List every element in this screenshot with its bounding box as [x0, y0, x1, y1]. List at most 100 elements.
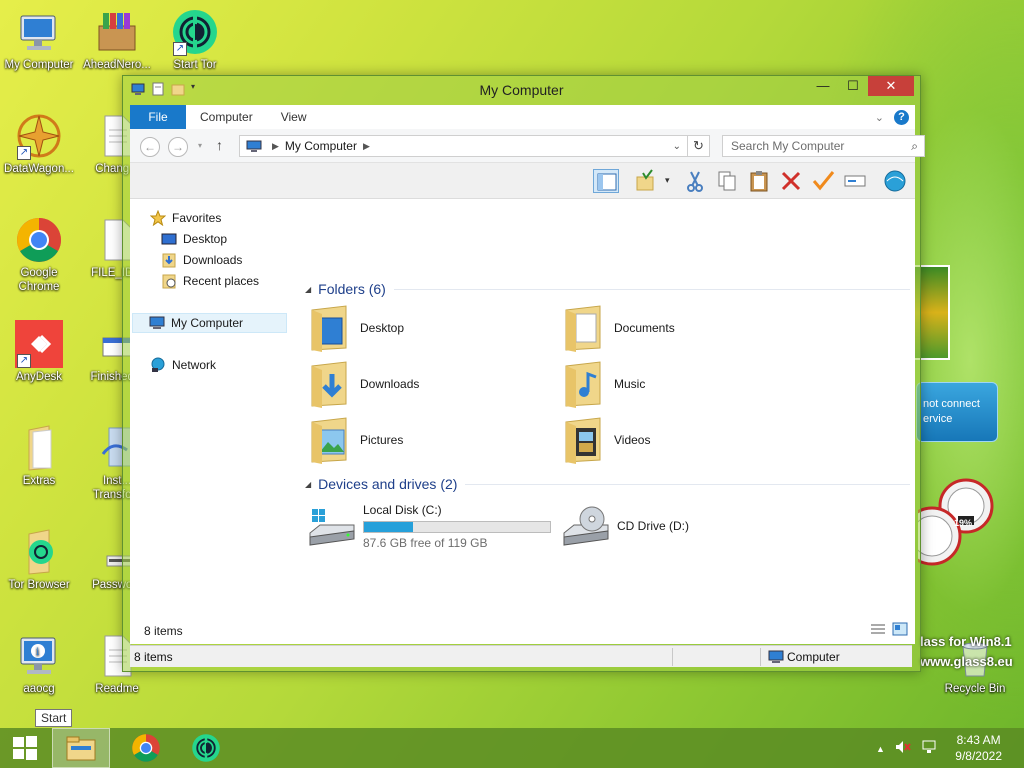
search-icon[interactable]: ⌕	[911, 139, 918, 154]
desktop-icon-aaocg[interactable]: i aaocg	[0, 632, 78, 696]
computer-small-icon	[246, 140, 262, 152]
select-all-icon[interactable]	[810, 169, 836, 193]
title-bar[interactable]: ▾ My Computer — ☐ ✕	[123, 76, 920, 104]
nav-downloads[interactable]: Downloads	[161, 250, 242, 270]
up-button[interactable]: ↑	[216, 137, 223, 153]
taskbar-clock[interactable]: 8:43 AM 9/8/2022	[955, 732, 1002, 764]
start-tooltip: Start	[35, 709, 73, 727]
close-button[interactable]: ✕	[868, 76, 914, 96]
weather-gadget[interactable]: not connect ervice	[916, 382, 998, 442]
folder-music[interactable]: Music	[562, 360, 645, 408]
start-button[interactable]	[0, 728, 50, 768]
desktop-icon-datawagon[interactable]: ↗ DataWagon...	[0, 112, 78, 176]
weather-gadget-text: not connect ervice	[923, 398, 980, 425]
delete-icon[interactable]	[778, 169, 804, 193]
refresh-button[interactable]: ↻	[688, 135, 710, 157]
search-input[interactable]: Search My Computer ⌕	[722, 135, 925, 157]
folder-pictures[interactable]: Pictures	[308, 416, 403, 464]
drive-local-disk-c[interactable]: Local Disk (C:) 87.6 GB free of 119 GB	[308, 501, 558, 550]
content-area: Favorites Desktop Downloads Recent place…	[130, 199, 915, 644]
music-folder-icon	[562, 360, 608, 408]
datawagon-icon: ↗	[15, 112, 63, 160]
recent-locations-icon[interactable]: ▾	[198, 141, 202, 150]
cpu-meter-gadget[interactable]: 19%	[902, 478, 994, 568]
tab-computer[interactable]: Computer	[186, 105, 267, 129]
network-icon	[150, 357, 166, 373]
cut-icon[interactable]	[682, 169, 708, 193]
folder-documents[interactable]: Documents	[562, 304, 675, 352]
tab-file[interactable]: File	[130, 105, 186, 129]
back-button[interactable]: ←	[140, 137, 160, 157]
tiles-view-icon[interactable]	[892, 622, 908, 636]
ribbon-expand-icon[interactable]: ⌄	[875, 111, 884, 124]
info-monitor-icon: i	[15, 632, 63, 680]
desktop-folder-icon	[308, 304, 354, 352]
recent-places-icon	[161, 273, 177, 289]
minimize-button[interactable]: —	[808, 76, 838, 96]
desktop-icon-aheadnero[interactable]: AheadNero...	[78, 8, 156, 72]
chrome-icon	[132, 734, 160, 762]
help-icon[interactable]: ?	[894, 109, 909, 125]
network-status-icon[interactable]	[921, 740, 937, 757]
rename-icon[interactable]	[842, 169, 868, 193]
folder-options-dropdown-icon[interactable]: ▾	[665, 175, 670, 186]
desktop-icon-label: Start Tor	[173, 59, 217, 71]
preview-pane-icon[interactable]	[593, 169, 619, 193]
folders-group-title: Folders (6)	[318, 281, 386, 297]
maximize-button[interactable]: ☐	[838, 76, 868, 96]
nav-recent-places[interactable]: Recent places	[161, 271, 259, 291]
nav-network[interactable]: Network	[150, 355, 216, 375]
devices-group-header[interactable]: ◢ Devices and drives (2)	[305, 476, 910, 492]
breadcrumb-my-computer[interactable]: My Computer	[285, 139, 357, 153]
nav-label: My Computer	[171, 316, 244, 330]
address-dropdown-icon[interactable]: ⌄	[667, 141, 687, 152]
address-bar[interactable]: ▶ My Computer ▶ ⌄	[239, 135, 688, 157]
nav-desktop[interactable]: Desktop	[161, 229, 227, 249]
folder-videos[interactable]: Videos	[562, 416, 650, 464]
desktop-small-icon	[161, 231, 177, 247]
show-hidden-icons-icon[interactable]: ▲	[876, 744, 885, 754]
collapse-triangle-icon[interactable]: ◢	[305, 285, 311, 294]
desktop-icon-label: Readme	[95, 683, 139, 695]
desktop-icon-extras[interactable]: Extras	[0, 424, 78, 488]
breadcrumb-chevron-icon[interactable]: ▶	[272, 141, 279, 152]
folder-options-icon[interactable]	[633, 169, 659, 193]
folder-downloads[interactable]: Downloads	[308, 360, 419, 408]
desktop-icon-my-computer[interactable]: My Computer	[0, 8, 78, 72]
cd-drive-icon	[562, 505, 610, 549]
drive-name: Local Disk (C:)	[363, 503, 442, 517]
drive-cd-d[interactable]: CD Drive (D:)	[562, 501, 762, 549]
status-item-count: 8 items	[144, 624, 183, 638]
breadcrumb-chevron-icon[interactable]: ▶	[363, 141, 370, 152]
details-view-icon[interactable]	[870, 622, 886, 636]
folder-desktop[interactable]: Desktop	[308, 304, 404, 352]
forward-button[interactable]: →	[168, 137, 188, 157]
desktop-icon-tor-browser[interactable]: Tor Browser	[0, 528, 78, 592]
shortcut-arrow-icon: ↗	[17, 146, 31, 160]
folders-group-header[interactable]: ◢ Folders (6)	[305, 281, 910, 297]
glass-watermark: lass for Win8.1 www.glass8.eu	[920, 632, 1013, 672]
glass-watermark-line1: lass for Win8.1	[920, 634, 1012, 649]
folder-icon	[15, 424, 63, 472]
tor-folder-icon	[15, 528, 63, 576]
desktop-icon-anydesk[interactable]: ↗ AnyDesk	[0, 320, 78, 384]
nav-label: Favorites	[172, 211, 222, 225]
taskbar-file-explorer[interactable]	[52, 728, 110, 768]
desktop-icon-google-chrome[interactable]: Google Chrome	[0, 216, 78, 294]
nav-favorites[interactable]: Favorites	[149, 208, 222, 228]
desktop-icon-start-tor[interactable]: ↗ Start Tor	[156, 8, 234, 72]
paste-icon[interactable]	[746, 169, 772, 193]
explorer-window: ▾ My Computer — ☐ ✕ File Computer View ⌄…	[122, 75, 925, 672]
star-icon	[149, 209, 167, 227]
taskbar-chrome[interactable]	[116, 728, 176, 768]
nav-my-computer[interactable]: My Computer	[132, 313, 287, 333]
tab-view[interactable]: View	[267, 105, 321, 129]
collapse-triangle-icon[interactable]: ◢	[305, 480, 311, 489]
copy-icon[interactable]	[714, 169, 740, 193]
taskbar-tor-browser[interactable]	[176, 728, 236, 768]
nav-label: Desktop	[183, 232, 228, 246]
status-bar-location: Computer	[787, 650, 840, 664]
volume-muted-icon[interactable]	[895, 740, 911, 757]
network-globe-icon[interactable]	[882, 169, 908, 193]
drive-free-space: 87.6 GB free of 119 GB	[363, 536, 488, 550]
